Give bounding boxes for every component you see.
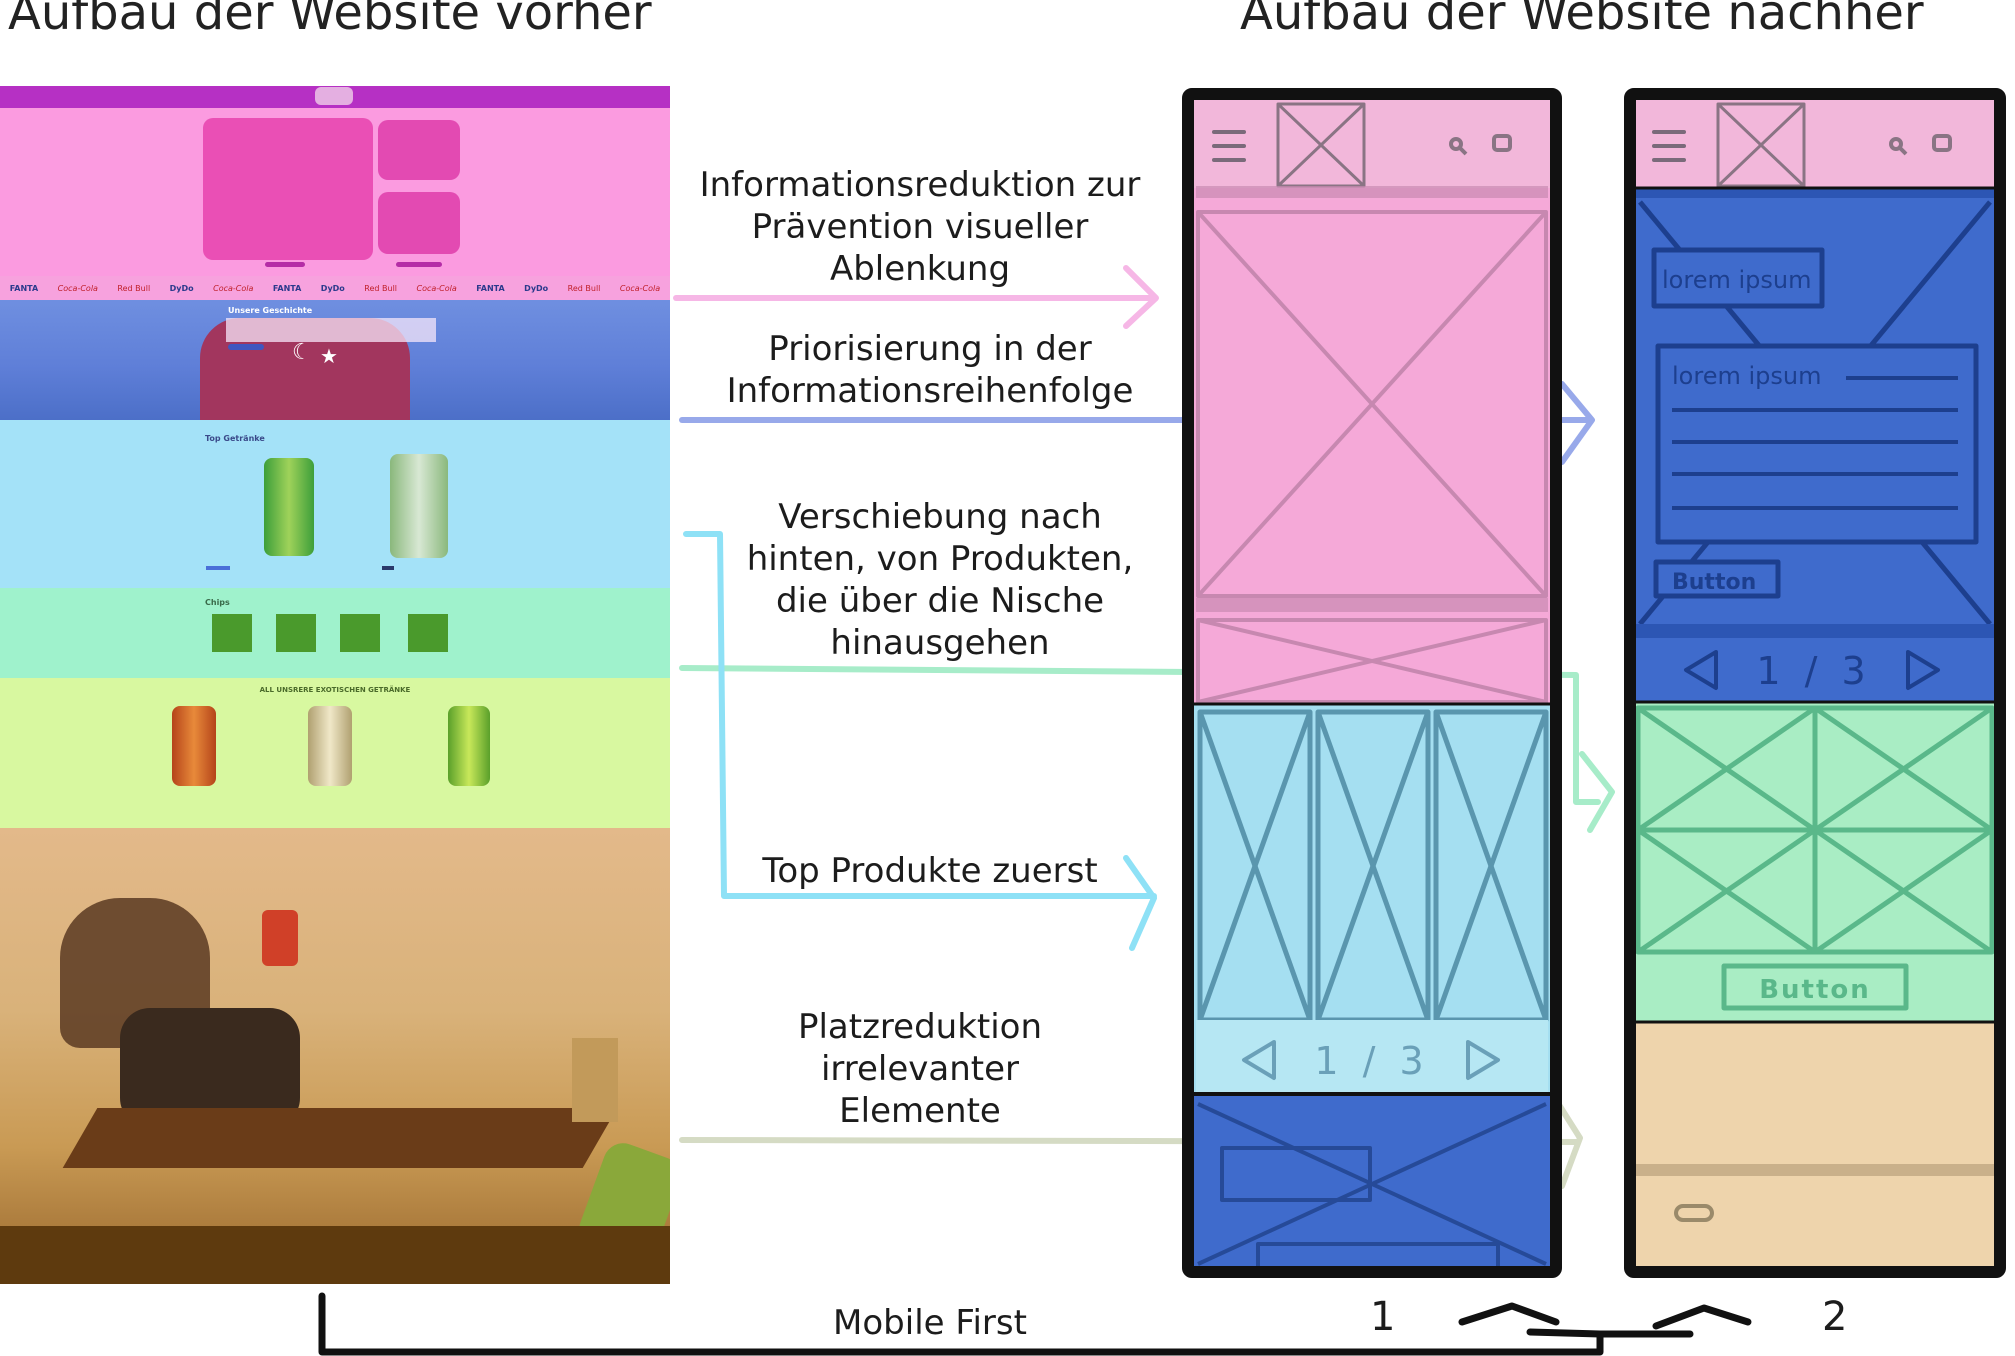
note-shift: Verschiebung nach hinten, von Produkten,…: [690, 496, 1190, 664]
note-line: Priorisierung in der: [768, 329, 1092, 369]
note-space: Platzreduktion irrelevanter Elemente: [700, 1006, 1140, 1132]
note-top-products: Top Produkte zuerst: [762, 851, 1098, 891]
note-reduction: Informationsreduktion zur Prävention vis…: [660, 164, 1180, 290]
wf2-grid-image: [1635, 705, 1995, 955]
mobile-first-label: Mobile First: [833, 1303, 1027, 1343]
note-priority: Priorisierung in der Informationsreihenf…: [660, 328, 1200, 412]
wf2-button-small-label: Button: [1672, 570, 1756, 595]
wf2-divider: [1636, 624, 1994, 638]
wf1-nav: [1190, 96, 1554, 188]
note-line: hinten, von Produkten,: [746, 539, 1134, 579]
wf1-divider: [1196, 186, 1548, 198]
note-line: Elemente: [839, 1091, 1001, 1131]
note-line: Platzreduktion: [797, 1007, 1043, 1047]
note-line: Verschiebung nach: [778, 497, 1102, 537]
bracket-connector: [1526, 1328, 1694, 1338]
wf1-divider: [1196, 598, 1548, 612]
wf2-pager-text: 1 / 3: [1756, 649, 1871, 693]
wf2-footer-divider: [1636, 1164, 1994, 1176]
note-line: irrelevanter: [820, 1049, 1020, 1089]
note-line: Prävention visueller: [751, 207, 1089, 247]
wireframe-label-1: 1: [1370, 1294, 1395, 1340]
note-line: Ablenkung: [829, 249, 1011, 289]
wf2-button-large-label: Button: [1759, 975, 1871, 1005]
wf2-card-title: lorem ipsum: [1672, 362, 1821, 390]
wireframe-label-2: 2: [1822, 1294, 1847, 1340]
up-arrow-2-icon: [1652, 1304, 1752, 1330]
wireframe-2: lorem ipsum lorem ipsum Button 1 / 3 But…: [1624, 88, 2006, 1278]
wf1-pager-text: 1 / 3: [1314, 1039, 1429, 1083]
note-line: die über die Nische: [775, 581, 1105, 621]
wf2-beige-block: [1632, 1022, 1998, 1270]
arrow-head-shift: [1579, 751, 1615, 833]
note-line: Informationsreihenfolge: [726, 371, 1134, 411]
wf2-nav: [1632, 96, 1998, 188]
wf2-lorem-label: lorem ipsum: [1662, 266, 1811, 294]
up-arrow-1-icon: [1458, 1302, 1560, 1326]
note-line: Informationsreduktion zur: [699, 165, 1141, 205]
wireframe-1: 1 / 3: [1182, 88, 1562, 1278]
note-line: hinausgehen: [830, 623, 1050, 663]
